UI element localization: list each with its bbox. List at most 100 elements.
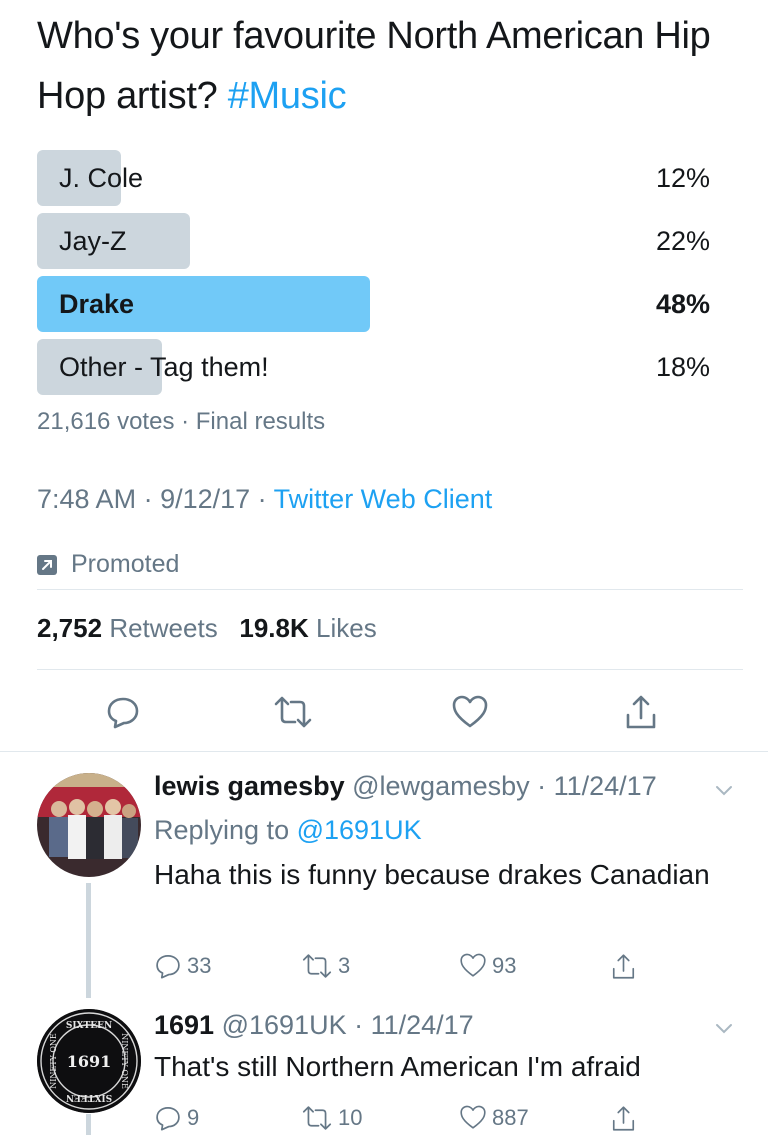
svg-text:NINETY ONE: NINETY ONE bbox=[120, 1033, 129, 1089]
reply-action-bar: 33 3 93 bbox=[154, 952, 674, 986]
heart-icon bbox=[452, 695, 488, 728]
reply-author-name[interactable]: 1691 bbox=[154, 1010, 214, 1040]
share-icon bbox=[612, 1106, 635, 1131]
svg-text:SIXTEEN: SIXTEEN bbox=[66, 1021, 112, 1031]
reply-header: 1691 @1691UK · 11/24/17 bbox=[154, 1010, 474, 1041]
promoted-arrow-icon bbox=[37, 554, 57, 575]
heart-icon bbox=[460, 1105, 486, 1129]
tweet-date: 9/12/17 bbox=[160, 484, 251, 514]
poll-option-percent: 18% bbox=[655, 352, 710, 382]
separator: · bbox=[174, 408, 196, 435]
poll-option-jayz: Jay-Z 22% bbox=[37, 213, 710, 269]
share-icon bbox=[612, 954, 635, 979]
reply-body: Haha this is funny because drakes Canadi… bbox=[154, 859, 710, 890]
avatar[interactable] bbox=[37, 773, 141, 877]
chevron-down-icon[interactable] bbox=[714, 780, 734, 800]
avatar-photo-icon bbox=[37, 773, 141, 877]
separator: · bbox=[529, 771, 554, 801]
tweet-action-bar bbox=[0, 688, 768, 738]
separator: · bbox=[346, 1010, 371, 1040]
reply-author-handle[interactable]: @lewgamesby bbox=[352, 771, 529, 801]
retweets-count: 2,752 bbox=[37, 613, 103, 643]
poll-option-drake: Drake 48% bbox=[37, 276, 710, 332]
like-button[interactable] bbox=[448, 688, 492, 736]
poll-votes: 21,616 votes bbox=[37, 408, 175, 435]
poll-option-label: Other - Tag them! bbox=[59, 352, 269, 382]
svg-text:NINETY ONE: NINETY ONE bbox=[49, 1033, 58, 1089]
poll-option-other: Other - Tag them! 18% bbox=[37, 339, 710, 395]
poll-meta: 21,616 votes · Final results bbox=[37, 408, 325, 436]
reply-action-bar: 9 10 887 bbox=[154, 1104, 674, 1135]
poll-option-percent: 12% bbox=[655, 163, 710, 193]
reply-header: lewis gamesby @lewgamesby · 11/24/17 bbox=[154, 771, 657, 802]
reply-button[interactable]: 33 bbox=[154, 952, 211, 980]
like-count: 93 bbox=[492, 952, 517, 978]
reply-button[interactable]: 9 bbox=[154, 1104, 199, 1132]
promoted-label: Promoted bbox=[37, 550, 179, 579]
reply-author-name[interactable]: lewis gamesby bbox=[154, 771, 345, 801]
likes-label: Likes bbox=[316, 613, 377, 643]
retweets-stat[interactable]: 2,752 Retweets bbox=[37, 613, 218, 643]
reply-date: 11/24/17 bbox=[370, 1010, 474, 1040]
tweet-text: Who's your favourite North American Hip … bbox=[37, 6, 737, 126]
retweet-button[interactable]: 10 bbox=[301, 1104, 362, 1132]
share-button[interactable] bbox=[610, 952, 642, 981]
poll-option-jcole: J. Cole 12% bbox=[37, 150, 710, 206]
reply-body: That's still Northern American I'm afrai… bbox=[154, 1051, 641, 1082]
tweet-time: 7:48 AM bbox=[37, 484, 137, 514]
divider bbox=[37, 589, 743, 590]
likes-stat[interactable]: 19.8K Likes bbox=[239, 613, 376, 643]
poll-option-label: J. Cole bbox=[59, 163, 144, 193]
promoted-text: Promoted bbox=[71, 550, 180, 578]
retweet-count: 3 bbox=[338, 953, 351, 978]
reply-icon bbox=[156, 1107, 180, 1131]
tweet-stats: 2,752 Retweets 19.8K Likes bbox=[37, 613, 377, 644]
reply-tweet[interactable]: SIXTEEN SIXTEEN NINETY ONE NINETY ONE 16… bbox=[0, 1000, 768, 1135]
share-button[interactable] bbox=[619, 688, 663, 736]
retweet-button[interactable] bbox=[271, 688, 315, 736]
tweet-body: Who's your favourite North American Hip … bbox=[37, 15, 711, 117]
like-button[interactable]: 887 bbox=[459, 1104, 529, 1131]
retweet-icon bbox=[302, 954, 332, 978]
heart-icon bbox=[460, 953, 486, 977]
separator: · bbox=[250, 484, 274, 514]
reply-date: 11/24/17 bbox=[553, 771, 657, 801]
poll-status: Final results bbox=[195, 408, 326, 435]
poll-option-percent: 48% bbox=[655, 289, 710, 319]
avatar[interactable]: SIXTEEN SIXTEEN NINETY ONE NINETY ONE 16… bbox=[37, 1009, 141, 1113]
retweet-icon bbox=[274, 696, 312, 728]
poll-option-label: Jay-Z bbox=[59, 226, 127, 256]
share-button[interactable] bbox=[610, 1104, 642, 1133]
tweet-timestamp: 7:48 AM · 9/12/17 · Twitter Web Client bbox=[37, 484, 492, 515]
mention-link[interactable]: @1691UK bbox=[297, 815, 422, 845]
reply-button[interactable] bbox=[101, 688, 145, 736]
retweet-icon bbox=[302, 1106, 332, 1130]
retweet-count: 10 bbox=[338, 1105, 363, 1130]
reply-count: 9 bbox=[187, 1105, 200, 1130]
thread-line bbox=[86, 883, 91, 998]
divider bbox=[37, 669, 743, 670]
replying-to: Replying to @1691UK bbox=[154, 815, 422, 846]
reply-author-handle[interactable]: @1691UK bbox=[222, 1010, 347, 1040]
likes-count: 19.8K bbox=[239, 613, 309, 643]
logo-1691-icon: SIXTEEN SIXTEEN NINETY ONE NINETY ONE 16… bbox=[37, 1009, 141, 1113]
share-icon bbox=[626, 695, 656, 729]
retweet-button[interactable]: 3 bbox=[301, 952, 350, 980]
reply-count: 33 bbox=[187, 953, 212, 978]
chevron-down-icon[interactable] bbox=[714, 1018, 734, 1038]
poll-option-percent: 22% bbox=[655, 226, 710, 256]
reply-icon bbox=[156, 955, 180, 979]
separator: · bbox=[136, 484, 161, 514]
svg-text:SIXTEEN: SIXTEEN bbox=[66, 1092, 112, 1102]
poll: J. Cole 12% Jay-Z 22% Drake 48% Other - … bbox=[37, 150, 710, 402]
hashtag-link[interactable]: #Music bbox=[228, 75, 347, 117]
poll-option-label: Drake bbox=[59, 289, 135, 319]
reply-icon bbox=[107, 697, 139, 729]
client-link[interactable]: Twitter Web Client bbox=[274, 484, 493, 514]
svg-text:1691: 1691 bbox=[67, 1052, 112, 1071]
like-count: 887 bbox=[492, 1104, 529, 1130]
like-button[interactable]: 93 bbox=[459, 952, 516, 979]
reply-tweet[interactable]: lewis gamesby @lewgamesby · 11/24/17 Rep… bbox=[0, 752, 768, 998]
replying-to-label: Replying to bbox=[154, 815, 297, 845]
thread-line bbox=[86, 1114, 91, 1135]
